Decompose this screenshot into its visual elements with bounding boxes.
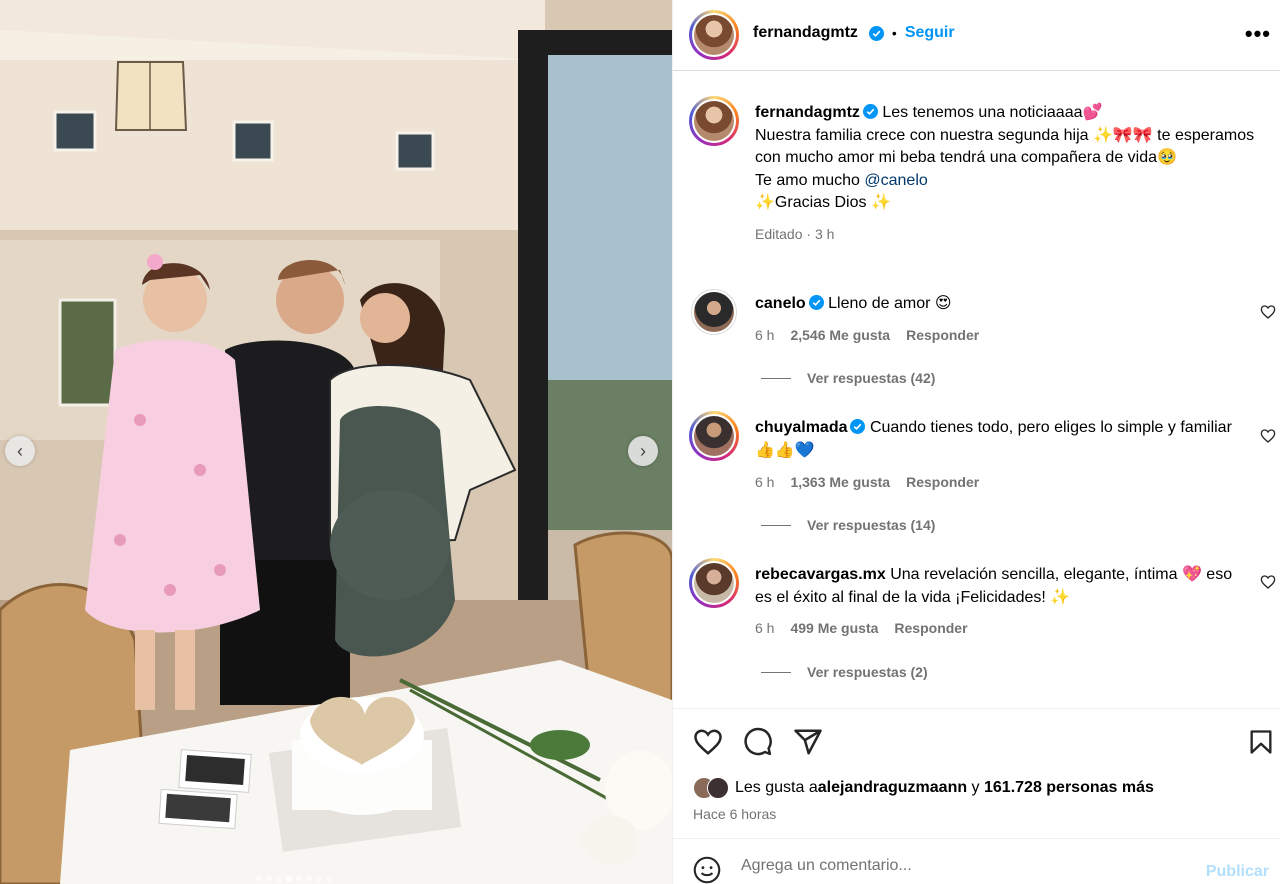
author-username[interactable]: fernandagmtz [753,24,858,42]
verified-icon [850,419,866,434]
post-time[interactable]: Hace 6 horas [693,806,776,822]
comment-likes[interactable]: 1,363 Me gusta [790,474,890,490]
comment-item: chuyalmada Cuando tienes todo, pero elig… [755,417,1235,462]
chevron-left-icon: ‹ [17,440,23,461]
caption-line-2: Nuestra familia crece con nuestra segund… [755,126,1255,167]
comment-input[interactable] [741,857,1181,875]
post-details-panel: fernandagmtz • Seguir ••• fernandagmtz L… [672,0,1280,884]
view-replies-button[interactable]: Ver respuestas (42) [761,370,935,386]
comment-meta: 6 h 499 Me gusta Responder [755,620,968,636]
caption-line-3: Te amo mucho [755,171,865,189]
carousel-dot [326,876,332,882]
comment-like-heart-icon[interactable] [1260,574,1276,590]
add-comment-bar: Publicar [673,838,1280,884]
view-replies-button[interactable]: Ver respuestas (2) [761,664,928,680]
comment-likes[interactable]: 499 Me gusta [790,620,878,636]
edited-time[interactable]: 3 h [815,226,834,242]
liker-username[interactable]: alejandraguzmaann [818,779,967,797]
likes-connector: y [967,779,984,796]
carousel-dot [276,876,282,882]
post-photo[interactable]: ‹ › [0,0,672,884]
likes-prefix: Les gusta a [735,779,818,796]
replies-divider [761,524,791,526]
verified-icon [868,25,884,41]
comment-avatar[interactable] [691,289,737,335]
comment-meta: 6 h 1,363 Me gusta Responder [755,474,979,490]
post-header: fernandagmtz • Seguir ••• [673,0,1280,71]
replies-divider [761,671,791,673]
view-replies-label: Ver respuestas (14) [807,517,936,533]
comment-text: Lleno de amor 😍 [828,295,952,312]
caption-line-4: ✨Gracias Dios ✨ [755,194,891,211]
comment-username[interactable]: canelo [755,295,806,312]
caption-author-username[interactable]: fernandagmtz [755,104,860,121]
share-icon[interactable] [793,727,823,757]
liker-avatar [707,777,729,799]
mention-link[interactable]: @canelo [864,172,927,189]
header-separator: • [891,25,897,41]
comment-icon[interactable] [743,727,773,757]
comment-avatar[interactable] [689,558,739,608]
caption-line-1: Les tenemos una noticiaaaa💕 [882,104,1103,121]
post-container: ‹ › fernandagmtz • Seguir ••• fernandagm… [0,0,1280,884]
post-caption: fernandagmtz Les tenemos una noticiaaaa💕… [755,102,1265,245]
publish-button[interactable]: Publicar [1206,863,1269,881]
comment-username[interactable]: rebecavargas.mx [755,566,886,583]
comment-item: rebecavargas.mx Una revelación sencilla,… [755,564,1235,609]
photo-illustration [0,0,672,884]
reply-button[interactable]: Responder [906,474,979,490]
author-avatar[interactable] [689,10,739,60]
carousel-dot [316,876,322,882]
comment-time[interactable]: 6 h [755,620,774,636]
carousel-dot [296,876,302,882]
comment-time[interactable]: 6 h [755,327,774,343]
carousel-dot [266,876,272,882]
comment-like-heart-icon[interactable] [1260,428,1276,444]
reply-button[interactable]: Responder [894,620,967,636]
comment-time[interactable]: 6 h [755,474,774,490]
carousel-dot [306,876,312,882]
comment-like-heart-icon[interactable] [1260,304,1276,320]
verified-icon [862,104,878,119]
emoji-icon[interactable] [693,856,721,884]
more-options-icon[interactable]: ••• [1245,23,1271,45]
likes-count[interactable]: 161.728 personas más [984,779,1154,797]
view-replies-button[interactable]: Ver respuestas (14) [761,517,935,533]
comment-likes[interactable]: 2,546 Me gusta [790,327,890,343]
bookmark-icon[interactable] [1247,727,1275,757]
comment-meta: 6 h 2,546 Me gusta Responder [755,327,979,343]
carousel-dot [256,876,262,882]
comment-avatar[interactable] [689,411,739,461]
carousel-dot-active [286,876,292,882]
view-replies-label: Ver respuestas (42) [807,370,936,386]
next-photo-button[interactable]: › [628,436,658,466]
caption-meta: Editado · 3 h [755,223,1265,246]
follow-button[interactable]: Seguir [905,24,955,42]
meta-separator: · [806,225,812,242]
caption-author-avatar[interactable] [689,96,739,146]
previous-photo-button[interactable]: ‹ [5,436,35,466]
liker-avatars [693,777,729,799]
verified-icon [808,295,824,310]
comment-username[interactable]: chuyalmada [755,419,847,436]
view-replies-label: Ver respuestas (2) [807,664,928,680]
likes-summary: Les gusta a alejandraguzmaann y 161.728 … [693,777,1154,799]
chevron-right-icon: › [640,440,646,461]
edited-label: Editado [755,225,803,242]
carousel-indicator [256,876,332,882]
replies-divider [761,377,791,379]
heart-icon[interactable] [693,727,723,757]
comment-item: canelo Lleno de amor 😍 [755,293,1245,316]
reply-button[interactable]: Responder [906,327,979,343]
